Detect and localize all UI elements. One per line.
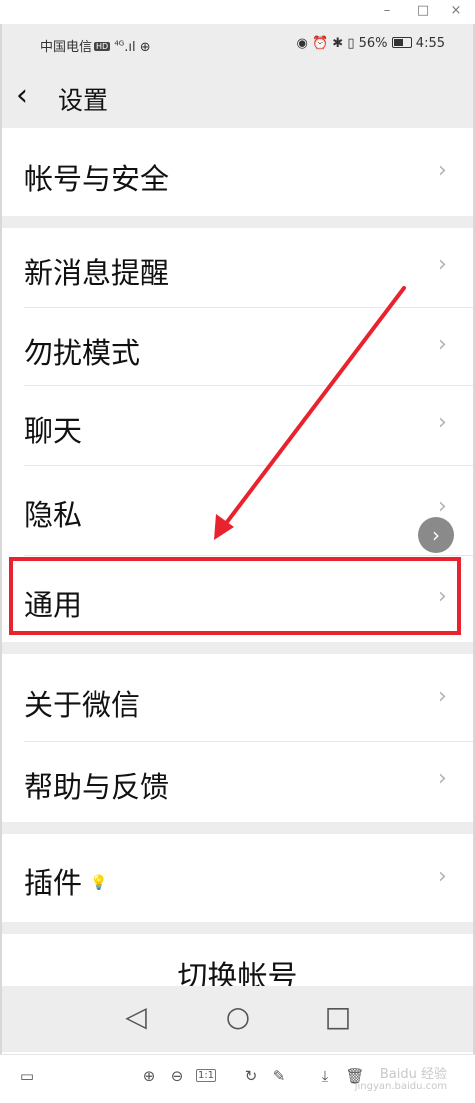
signal-icon: .ıl: [124, 40, 136, 55]
window-title-bar: – □ ×: [0, 0, 475, 24]
bluetooth-icon: ✱: [332, 36, 344, 51]
chevron-right-icon: ›: [438, 864, 447, 889]
item-label: 勿扰模式: [24, 336, 141, 370]
actual-size-button[interactable]: 1:1: [196, 1069, 216, 1082]
edit-icon[interactable]: ✎: [268, 1067, 290, 1085]
item-label: 插件 💡: [24, 860, 107, 902]
settings-item-general[interactable]: 通用 ›: [2, 556, 473, 642]
item-label: 帐号与安全: [24, 162, 170, 196]
chevron-right-icon: ›: [438, 410, 447, 435]
status-bar: 中国电信 HD 4G.ıl ⊕ ◉ ⏰ ✱ ▯ 56% 4:55: [2, 24, 473, 66]
section-divider: [2, 216, 473, 228]
item-label: 通用: [24, 588, 83, 622]
vibrate-icon: ▯: [347, 36, 355, 51]
close-button[interactable]: ×: [447, 3, 465, 18]
viewer-toolbar: ▭ ⊕ ⊖ 1:1 ↻ ✎ ⤓ 🗑 Baidu 经验 jingyan.baidu…: [0, 1054, 475, 1103]
item-label: 隐私: [24, 498, 83, 532]
nav-home-icon[interactable]: ○: [218, 1000, 258, 1033]
section-divider: [2, 822, 473, 834]
minimize-button[interactable]: –: [378, 3, 396, 18]
item-label: 关于微信: [24, 688, 141, 722]
settings-item-chat[interactable]: 聊天 ›: [2, 386, 473, 466]
switch-account-button[interactable]: 切换帐号: [2, 934, 473, 995]
nav-back-icon[interactable]: ◁: [116, 1000, 156, 1033]
status-right: ◉ ⏰ ✱ ▯ 56% 4:55: [296, 36, 445, 51]
maximize-button[interactable]: □: [414, 3, 432, 18]
battery-percent: 56%: [358, 36, 388, 51]
chevron-right-icon: ›: [438, 332, 447, 357]
chevron-right-icon: ›: [438, 684, 447, 709]
chevron-right-icon: ›: [438, 584, 447, 609]
hd-badge: HD: [94, 42, 111, 51]
settings-item-dnd[interactable]: 勿扰模式 ›: [2, 308, 473, 386]
lightbulb-icon: 💡: [90, 875, 108, 891]
rotate-icon[interactable]: ↻: [240, 1067, 262, 1085]
settings-item-plugins[interactable]: 插件 💡 ›: [2, 834, 473, 922]
android-icon: ⊕: [139, 40, 151, 55]
zoom-out-icon[interactable]: ⊖: [166, 1067, 188, 1085]
settings-item-help[interactable]: 帮助与反馈 ›: [2, 742, 473, 822]
section-divider: [2, 642, 473, 654]
download-icon[interactable]: ⤓: [314, 1067, 336, 1085]
section-divider: [2, 922, 473, 934]
chevron-right-icon: ›: [438, 494, 447, 519]
back-icon[interactable]: ‹: [16, 78, 28, 113]
chevron-right-icon: ›: [438, 158, 447, 183]
clock: 4:55: [415, 36, 445, 51]
settings-item-new-message[interactable]: 新消息提醒 ›: [2, 228, 473, 308]
chevron-right-icon: ›: [438, 252, 447, 277]
eye-icon: ◉: [296, 36, 308, 51]
item-label: 帮助与反馈: [24, 770, 170, 804]
carrier-name: 中国电信: [40, 40, 93, 55]
thumbnail-icon[interactable]: ▭: [16, 1067, 38, 1085]
alarm-icon: ⏰: [311, 36, 329, 51]
plugins-label: 插件: [24, 866, 83, 900]
watermark-logo: Baidu 经验: [379, 1067, 447, 1082]
settings-item-account-security[interactable]: 帐号与安全 ›: [2, 128, 473, 216]
system-nav-bar: ◁ ○ □: [2, 986, 473, 1052]
settings-item-privacy[interactable]: 隐私 ›: [2, 466, 473, 556]
floating-next-button[interactable]: ›: [418, 517, 454, 553]
battery-icon: [391, 37, 412, 48]
item-label: 聊天: [24, 414, 83, 448]
app-header: ‹ 设置: [2, 66, 473, 128]
network-type: 4G: [114, 39, 125, 48]
nav-recent-icon[interactable]: □: [318, 1000, 358, 1033]
page-title: 设置: [58, 86, 109, 115]
settings-item-about[interactable]: 关于微信 ›: [2, 654, 473, 742]
carrier-label: 中国电信 HD 4G.ıl ⊕: [40, 36, 151, 55]
watermark-url: jingyan.baidu.com: [354, 1081, 447, 1092]
item-label: 新消息提醒: [24, 256, 170, 290]
zoom-in-icon[interactable]: ⊕: [138, 1067, 160, 1085]
chevron-right-icon: ›: [438, 766, 447, 791]
